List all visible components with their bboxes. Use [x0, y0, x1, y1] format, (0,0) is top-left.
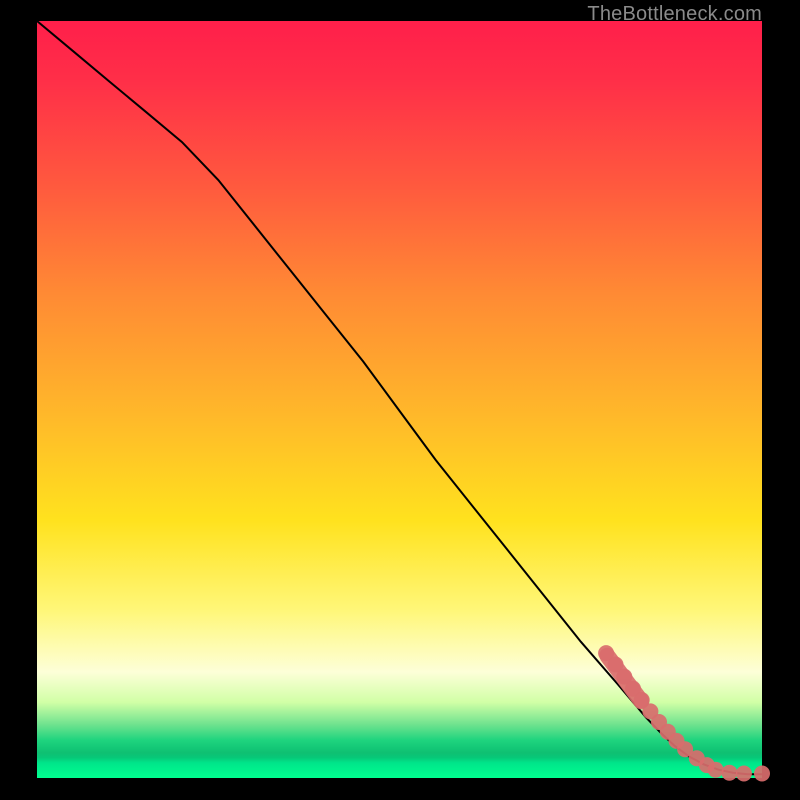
chart-curve	[37, 21, 762, 774]
chart-frame: TheBottleneck.com	[0, 0, 800, 800]
chart-marker	[708, 762, 724, 778]
chart-overlay	[37, 21, 762, 778]
chart-marker	[721, 765, 737, 781]
chart-marker	[736, 766, 752, 782]
chart-marker	[754, 766, 770, 782]
